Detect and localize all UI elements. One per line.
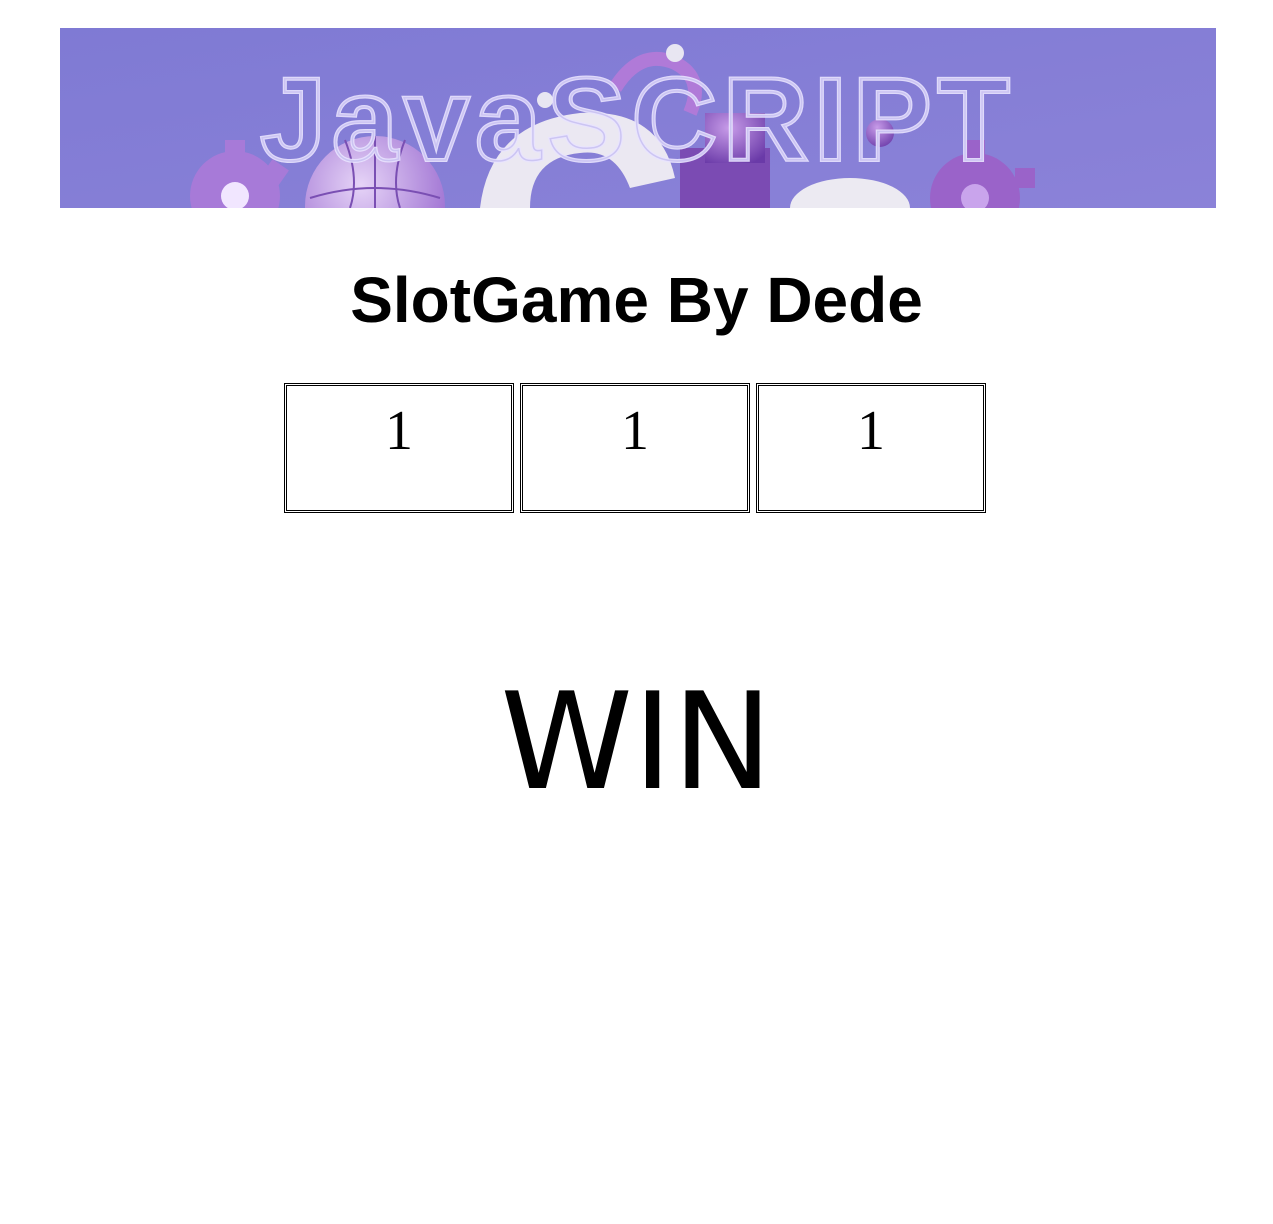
page-title: SlotGame By Dede xyxy=(350,264,923,336)
slot-reels: 1 1 1 xyxy=(278,383,992,513)
svg-text:JavaSCRIPT: JavaSCRIPT xyxy=(260,54,1015,186)
slot-reel-3: 1 xyxy=(756,383,986,513)
result-text: WIN xyxy=(500,664,773,820)
slot-reel-2: 1 xyxy=(520,383,750,513)
slot-reel-1: 1 xyxy=(284,383,514,513)
banner-image: JavaSCRIPT JavaSCRIPT xyxy=(60,28,1216,208)
